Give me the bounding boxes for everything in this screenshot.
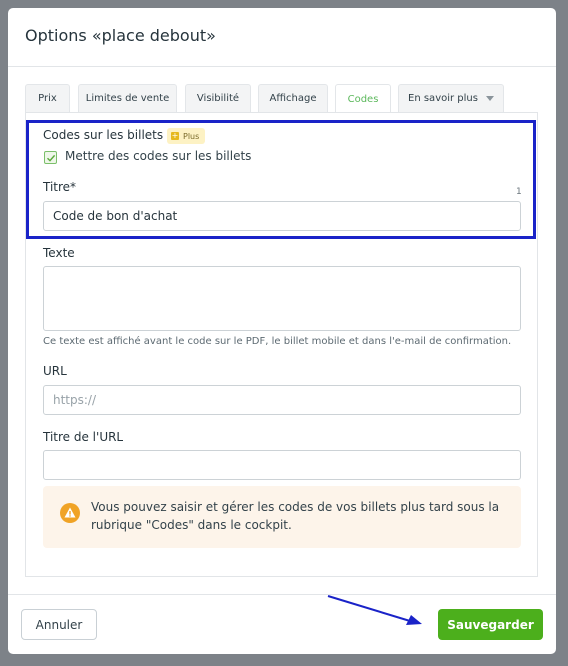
text-field-label: Texte (43, 246, 75, 260)
tab-en-savoir-plus-label: En savoir plus (408, 93, 478, 104)
arrow-annotation-icon (327, 595, 422, 625)
tab-limites-de-vente[interactable]: Limites de vente (78, 84, 177, 112)
url-title-field-label: Titre de l'URL (43, 430, 124, 444)
dialog-title: Options «place debout» (25, 26, 216, 45)
save-button[interactable]: Sauvegarder (438, 609, 543, 640)
text-textarea[interactable] (43, 266, 521, 331)
codes-checkbox[interactable] (44, 151, 57, 164)
options-dialog: Options «place debout» Prix Limites de v… (8, 8, 556, 654)
text-help: Ce texte est affiché avant le code sur l… (43, 336, 512, 347)
tab-visibilite[interactable]: Visibilité (185, 84, 251, 112)
codes-heading: Codes sur les billets (43, 128, 164, 142)
title-field-label: Titre* (43, 180, 77, 194)
dialog-footer: Annuler Sauvegarder (8, 594, 556, 654)
tab-codes[interactable]: Codes (335, 84, 391, 114)
info-notice: Vous pouvez saisir et gérer les codes de… (43, 486, 521, 548)
title-input-value: Code de bon d'achat (53, 209, 178, 223)
title-input[interactable]: Code de bon d'achat (43, 201, 521, 231)
tab-affichage[interactable]: Affichage (258, 84, 328, 112)
url-input[interactable]: https:// (43, 385, 521, 415)
plus-badge: + Plus (167, 128, 206, 144)
plus-icon: + (171, 131, 179, 140)
notice-text: Vous pouvez saisir et gérer les codes de… (91, 500, 500, 532)
chevron-down-icon (485, 96, 494, 101)
tab-en-savoir-plus[interactable]: En savoir plus (398, 84, 504, 112)
warning-icon (60, 503, 80, 523)
checkmark-icon (47, 154, 56, 162)
dialog-header: Options «place debout» (8, 8, 556, 67)
tab-prix[interactable]: Prix (25, 84, 70, 112)
codes-checkbox-label[interactable]: Mettre des codes sur les billets (65, 149, 251, 163)
title-char-counter: 1 (516, 187, 522, 197)
url-title-input[interactable] (43, 450, 521, 480)
cancel-button[interactable]: Annuler (21, 609, 97, 640)
url-field-label: URL (43, 364, 67, 378)
plus-badge-label: Plus (183, 131, 200, 141)
url-input-placeholder: https:// (53, 393, 97, 407)
